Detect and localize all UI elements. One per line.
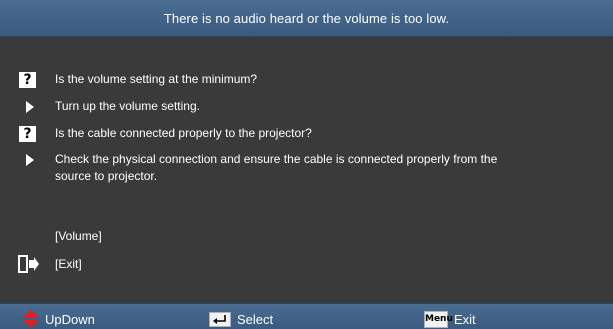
question-text-2: Is the cable connected properly to the p… [55, 126, 312, 140]
footer-exit-label: Exit [454, 312, 476, 327]
footer-updown: UpDown [23, 304, 95, 329]
answer-text-2: Check the physical connection and ensure… [55, 152, 498, 166]
triangle-arrow-icon [26, 101, 34, 113]
volume-link[interactable]: [Volume] [55, 228, 102, 245]
title-bar: There is no audio heard or the volume is… [0, 0, 613, 37]
footer-select: Select [209, 304, 273, 329]
enter-key-icon [209, 312, 231, 327]
footer-updown-label: UpDown [45, 312, 95, 327]
question-mark-icon: ? [19, 126, 36, 142]
question-text-1: Is the volume setting at the minimum? [55, 72, 258, 86]
triangle-arrow-icon [26, 154, 34, 166]
exit-link[interactable]: [Exit] [55, 256, 82, 273]
footer-select-label: Select [237, 312, 274, 327]
question-mark-icon: ? [19, 72, 36, 88]
footer-bar: UpDown Select Menu Exit [0, 303, 613, 329]
menu-key-icon: Menu [424, 311, 453, 328]
dialog-title: There is no audio heard or the volume is… [163, 10, 450, 26]
exit-door-icon [18, 255, 39, 273]
answer-text-2-line-2: source to projector. [55, 169, 158, 183]
content-area: ? Is the volume setting at the minimum? … [0, 37, 613, 303]
footer-exit: Menu Exit [424, 304, 476, 329]
answer-text-1: Turn up the volume setting. [55, 99, 200, 113]
up-down-arrow-icon [23, 309, 39, 328]
osd-dialog: There is no audio heard or the volume is… [0, 0, 613, 329]
